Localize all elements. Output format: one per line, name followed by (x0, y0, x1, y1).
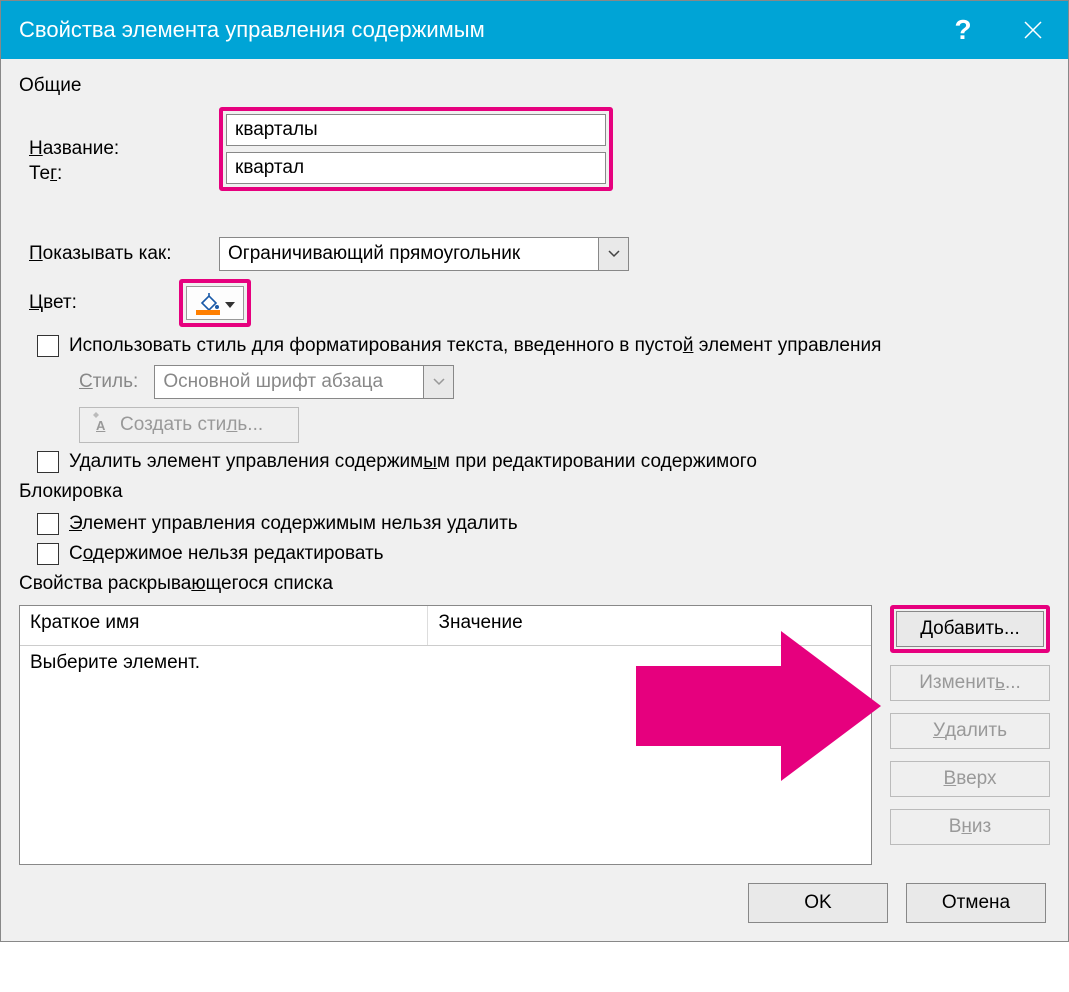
checkbox-delete-on-edit[interactable] (37, 451, 59, 473)
ok-button[interactable]: OK (748, 883, 888, 923)
dialog-window: Свойства элемента управления содержимым … (0, 0, 1069, 942)
col-value: Значение (428, 606, 871, 645)
style-value: Основной шрифт абзаца (155, 366, 423, 398)
chevron-down-icon (423, 366, 453, 398)
edit-button: Изменить... (890, 665, 1050, 701)
dialog-body: Общие Название: Тег: Показывать как: Огр… (1, 59, 1068, 941)
checkbox-cannot-edit[interactable] (37, 543, 59, 565)
highlight-color (179, 279, 251, 327)
label-use-style: Использовать стиль для форматирования те… (69, 335, 881, 357)
titlebar: Свойства элемента управления содержимым … (1, 1, 1068, 59)
tag-input[interactable] (226, 152, 606, 184)
show-as-select[interactable]: Ограничивающий прямоугольник (219, 237, 629, 271)
highlight-name-tag (219, 107, 613, 191)
style-select: Основной шрифт абзаца (154, 365, 454, 399)
caret-down-icon (225, 292, 235, 314)
label-delete-on-edit: Удалить элемент управления содержимым пр… (69, 451, 757, 473)
help-button[interactable]: ? (928, 1, 998, 59)
new-style-icon: A (90, 412, 112, 438)
name-input[interactable] (226, 114, 606, 146)
down-button: Вниз (890, 809, 1050, 845)
label-name: Название: (19, 138, 219, 160)
highlight-add: Добавить... (890, 605, 1050, 653)
dialog-title: Свойства элемента управления содержимым (19, 17, 928, 43)
new-style-button: A Создать стиль... (79, 407, 299, 443)
section-dropdown: Свойства раскрывающегося списка (19, 573, 1050, 595)
checkbox-use-style[interactable] (37, 335, 59, 357)
show-as-value: Ограничивающий прямоугольник (220, 238, 598, 270)
label-cannot-edit: Содержимое нельзя редактировать (69, 543, 384, 565)
section-locking: Блокировка (19, 481, 1050, 503)
label-show-as: Показывать как: (19, 243, 219, 265)
dropdown-list[interactable]: Краткое имя Значение Выберите элемент. (19, 605, 872, 865)
label-color: Цвет: (19, 292, 179, 314)
close-button[interactable] (998, 1, 1068, 59)
checkbox-cannot-delete[interactable] (37, 513, 59, 535)
label-cannot-delete: Элемент управления содержимым нельзя уда… (69, 513, 518, 535)
color-picker-button[interactable] (186, 286, 244, 320)
svg-text:A: A (96, 418, 106, 432)
chevron-down-icon (598, 238, 628, 270)
cancel-button[interactable]: Отмена (906, 883, 1046, 923)
delete-button: Удалить (890, 713, 1050, 749)
label-style: Стиль: (79, 371, 138, 393)
new-style-label: Создать стиль... (120, 414, 263, 436)
list-header: Краткое имя Значение (20, 606, 871, 646)
list-placeholder-row[interactable]: Выберите элемент. (20, 646, 871, 680)
up-button: Вверх (890, 761, 1050, 797)
col-display-name: Краткое имя (20, 606, 428, 645)
add-button[interactable]: Добавить... (896, 611, 1044, 647)
paint-bucket-icon (196, 291, 220, 315)
section-general: Общие (19, 75, 1050, 97)
close-icon (1024, 21, 1042, 39)
